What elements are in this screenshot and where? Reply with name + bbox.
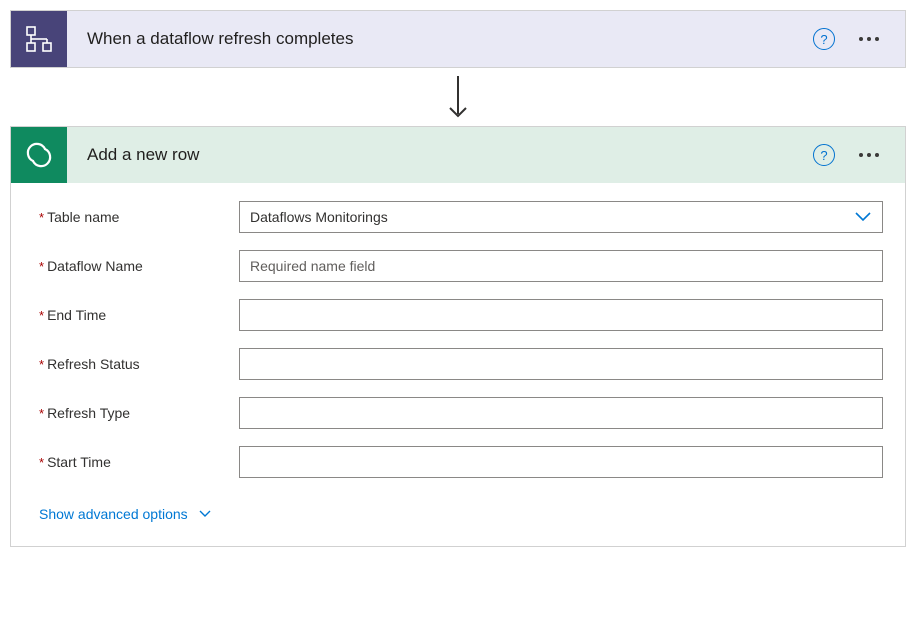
field-row-end-time: * End Time [39, 299, 883, 331]
label-start-time: * Start Time [39, 454, 239, 470]
advanced-options-label: Show advanced options [39, 506, 188, 522]
dataflow-name-input-wrapper [239, 250, 883, 282]
field-row-dataflow-name: * Dataflow Name [39, 250, 883, 282]
trigger-title: When a dataflow refresh completes [67, 29, 813, 49]
dataflow-name-input[interactable] [250, 258, 872, 274]
field-row-start-time: * Start Time [39, 446, 883, 478]
trigger-icon-box [11, 11, 67, 67]
trigger-header-actions: ? [813, 28, 893, 50]
dataflow-icon [24, 24, 54, 54]
flow-arrow-connector [10, 68, 906, 126]
refresh-type-input[interactable] [250, 405, 872, 421]
show-advanced-options-toggle[interactable]: Show advanced options [39, 504, 883, 524]
start-time-input[interactable] [250, 454, 872, 470]
more-menu-button[interactable] [855, 33, 883, 45]
required-indicator: * [39, 210, 44, 225]
table-name-select[interactable]: Dataflows Monitorings [239, 201, 883, 233]
dataverse-icon [23, 139, 55, 171]
chevron-down-icon [854, 211, 872, 223]
field-row-refresh-status: * Refresh Status [39, 348, 883, 380]
refresh-status-input[interactable] [250, 356, 872, 372]
label-refresh-status: * Refresh Status [39, 356, 239, 372]
chevron-down-icon [198, 509, 212, 519]
required-indicator: * [39, 308, 44, 323]
end-time-input[interactable] [250, 307, 872, 323]
label-refresh-type: * Refresh Type [39, 405, 239, 421]
action-title: Add a new row [67, 145, 813, 165]
refresh-status-input-wrapper [239, 348, 883, 380]
trigger-card: When a dataflow refresh completes ? [10, 10, 906, 68]
end-time-input-wrapper [239, 299, 883, 331]
refresh-type-input-wrapper [239, 397, 883, 429]
help-icon[interactable]: ? [813, 144, 835, 166]
label-table-name: * Table name [39, 209, 239, 225]
field-row-refresh-type: * Refresh Type [39, 397, 883, 429]
table-name-value: Dataflows Monitorings [250, 209, 854, 225]
action-body: * Table name Dataflows Monitorings * Dat… [11, 183, 905, 546]
start-time-input-wrapper [239, 446, 883, 478]
label-dataflow-name: * Dataflow Name [39, 258, 239, 274]
action-header-actions: ? [813, 144, 893, 166]
field-row-table-name: * Table name Dataflows Monitorings [39, 201, 883, 233]
required-indicator: * [39, 259, 44, 274]
arrow-down-icon [445, 74, 471, 120]
required-indicator: * [39, 455, 44, 470]
action-card: Add a new row ? * Table name Dataflows M… [10, 126, 906, 547]
action-header[interactable]: Add a new row ? [11, 127, 905, 183]
label-end-time: * End Time [39, 307, 239, 323]
action-icon-box [11, 127, 67, 183]
help-icon[interactable]: ? [813, 28, 835, 50]
more-menu-button[interactable] [855, 149, 883, 161]
trigger-header[interactable]: When a dataflow refresh completes ? [11, 11, 905, 67]
required-indicator: * [39, 406, 44, 421]
required-indicator: * [39, 357, 44, 372]
